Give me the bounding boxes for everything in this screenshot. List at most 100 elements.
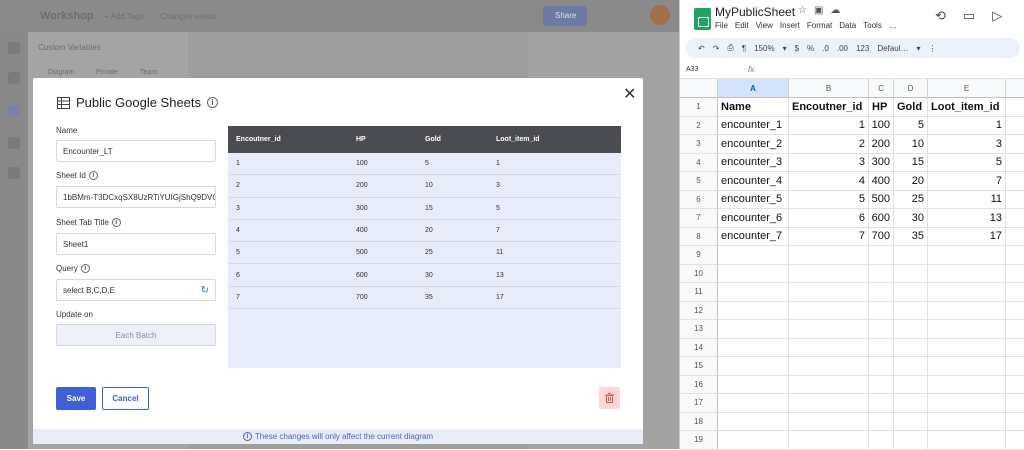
row-number[interactable]: 13 — [680, 320, 718, 339]
grid-cell[interactable]: encounter_4 — [718, 172, 789, 191]
menu-more[interactable]: … — [889, 21, 897, 30]
row-number[interactable]: 9 — [680, 246, 718, 265]
grid-cell[interactable] — [1006, 228, 1024, 246]
grid-cell[interactable]: 30 — [894, 209, 928, 228]
grid-cell[interactable] — [1006, 154, 1024, 172]
row-number[interactable]: 11 — [680, 283, 718, 302]
grid-cell[interactable] — [869, 431, 894, 450]
grid-cell[interactable] — [894, 412, 928, 431]
grid-cell[interactable] — [789, 301, 869, 320]
grid-cell[interactable] — [789, 283, 869, 302]
grid-cell[interactable] — [894, 283, 928, 302]
redo-icon[interactable]: ↷ — [713, 44, 720, 53]
grid-cell[interactable] — [718, 431, 789, 450]
grid-cell[interactable] — [789, 264, 869, 283]
grid-cell[interactable] — [1006, 302, 1024, 320]
grid-cell[interactable] — [869, 320, 894, 339]
grid-cell[interactable] — [789, 412, 869, 431]
grid-cell[interactable] — [718, 246, 789, 265]
grid-cell[interactable] — [718, 301, 789, 320]
grid-cell[interactable] — [869, 357, 894, 376]
menu-edit[interactable]: Edit — [735, 21, 749, 30]
grid-cell[interactable]: 5 — [789, 190, 869, 209]
grid-cell[interactable] — [1006, 191, 1024, 209]
menu-file[interactable]: File — [715, 21, 728, 30]
grid-cell[interactable] — [718, 357, 789, 376]
grid-cell[interactable] — [869, 264, 894, 283]
grid-cell[interactable] — [1006, 431, 1024, 450]
grid-cell[interactable]: 400 — [869, 172, 894, 191]
grid-cell[interactable] — [718, 283, 789, 302]
chevron-down-icon[interactable]: ▾ — [916, 44, 920, 53]
increase-decimal-button[interactable]: .00 — [837, 44, 848, 53]
grid-cell[interactable] — [894, 394, 928, 413]
row-number[interactable]: 10 — [680, 264, 718, 283]
close-icon[interactable]: ✕ — [623, 84, 636, 104]
grid-cell[interactable] — [789, 246, 869, 265]
grid-cell[interactable]: 2 — [789, 135, 869, 154]
grid-cell[interactable]: 6 — [789, 209, 869, 228]
more-vert-icon[interactable]: ⋮ — [928, 44, 936, 53]
undo-icon[interactable]: ↶ — [698, 44, 705, 53]
row-number[interactable]: 4 — [680, 153, 718, 172]
history-icon[interactable]: ⟲ — [935, 8, 946, 24]
grid-cell[interactable] — [928, 283, 1006, 302]
grid-cell[interactable] — [1006, 135, 1024, 154]
grid-cell[interactable] — [869, 301, 894, 320]
grid-cell[interactable] — [1006, 376, 1024, 394]
grid-cell[interactable] — [718, 320, 789, 339]
grid-cell[interactable] — [894, 264, 928, 283]
grid-cell[interactable]: 500 — [869, 190, 894, 209]
grid-cell[interactable] — [1006, 117, 1024, 135]
info-icon[interactable]: i — [207, 97, 219, 108]
grid-cell[interactable]: 7 — [928, 172, 1006, 191]
menu-tools[interactable]: Tools — [863, 21, 882, 30]
row-number[interactable]: 15 — [680, 357, 718, 376]
name-box[interactable]: A33 — [686, 66, 698, 73]
row-number[interactable]: 17 — [680, 394, 718, 413]
grid-cell[interactable] — [928, 264, 1006, 283]
row-number[interactable]: 3 — [680, 135, 718, 154]
grid-cell[interactable]: 13 — [928, 209, 1006, 228]
grid-cell[interactable] — [928, 431, 1006, 450]
menu-format[interactable]: Format — [807, 21, 832, 30]
grid-cell[interactable]: 5 — [928, 153, 1006, 172]
grid-cell[interactable] — [894, 338, 928, 357]
grid-cell[interactable]: 35 — [894, 227, 928, 246]
grid-cell[interactable] — [1006, 246, 1024, 265]
grid-cell[interactable] — [869, 338, 894, 357]
grid-cell[interactable]: 7 — [789, 227, 869, 246]
delete-button[interactable] — [599, 387, 620, 409]
save-button[interactable]: Save — [56, 387, 96, 410]
row-number[interactable]: 19 — [680, 431, 718, 450]
menu-view[interactable]: View — [756, 21, 773, 30]
grid-cell[interactable] — [789, 357, 869, 376]
grid-cell[interactable]: 3 — [928, 135, 1006, 154]
grid-cell[interactable]: Gold — [894, 98, 928, 117]
row-number[interactable]: 8 — [680, 227, 718, 246]
row-number[interactable]: 7 — [680, 209, 718, 228]
grid-cell[interactable] — [894, 320, 928, 339]
grid-cell[interactable] — [718, 338, 789, 357]
grid-cell[interactable]: 17 — [928, 227, 1006, 246]
row-number[interactable]: 18 — [680, 412, 718, 431]
star-icon[interactable]: ☆ — [798, 5, 807, 16]
column-header-e[interactable]: E — [928, 79, 1006, 98]
grid-cell[interactable] — [1006, 265, 1024, 283]
grid-cell[interactable] — [928, 320, 1006, 339]
grid-cell[interactable]: encounter_2 — [718, 135, 789, 154]
cloud-icon[interactable]: ☁ — [830, 5, 840, 16]
grid-cell[interactable]: 25 — [894, 190, 928, 209]
grid-cell[interactable] — [894, 357, 928, 376]
grid-cell[interactable] — [869, 412, 894, 431]
grid-cell[interactable] — [1006, 320, 1024, 339]
folder-icon[interactable]: ▣ — [814, 5, 823, 16]
grid-cell[interactable] — [1006, 413, 1024, 431]
grid-cell[interactable] — [1006, 172, 1024, 191]
menu-insert[interactable]: Insert — [780, 21, 800, 30]
grid-cell[interactable] — [789, 375, 869, 394]
column-header-b[interactable]: B — [789, 79, 869, 98]
grid-cell[interactable] — [928, 412, 1006, 431]
grid-cell[interactable] — [1006, 209, 1024, 228]
grid-cell[interactable] — [1006, 339, 1024, 357]
